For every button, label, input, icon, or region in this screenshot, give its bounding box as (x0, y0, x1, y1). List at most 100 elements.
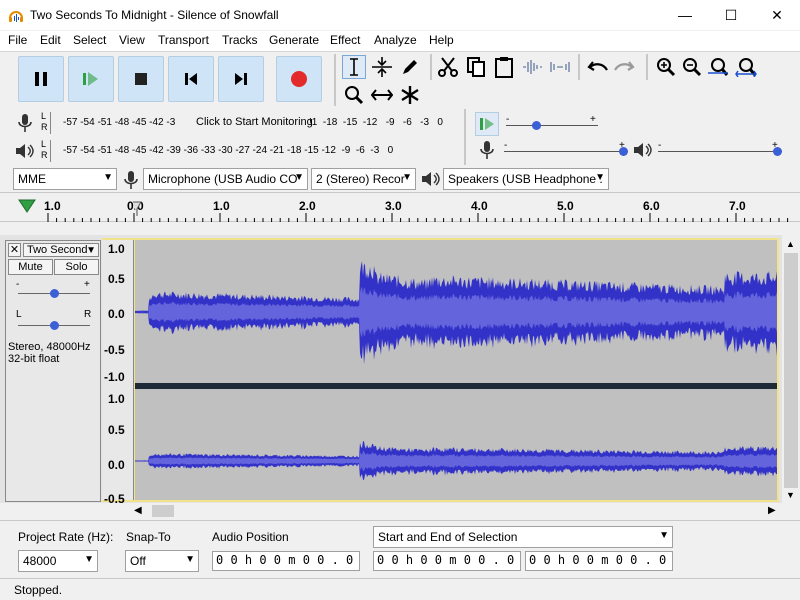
horizontal-scrollbar[interactable]: ◀ ▶ (102, 503, 782, 519)
record-channel-r: R (41, 122, 48, 132)
recording-channels-select[interactable]: 2 (Stereo) Recor ▼ (311, 168, 416, 190)
scale-label: 0.0 (108, 458, 125, 472)
separator (430, 54, 432, 80)
menu-select[interactable]: Select (73, 33, 106, 47)
undo-icon (587, 61, 608, 71)
copy-button[interactable] (464, 55, 488, 79)
pan-slider[interactable]: L R (16, 309, 92, 330)
fit-selection-button[interactable] (706, 55, 730, 79)
gain-plus: + (84, 279, 90, 290)
start-monitoring-hint[interactable]: Click to Start Monitoring (196, 116, 313, 128)
chevron-down-icon: ▼ (185, 554, 195, 565)
menu-transport[interactable]: Transport (158, 33, 209, 47)
scroll-left-icon[interactable]: ◀ (134, 505, 142, 516)
ruler-label: 3.0 (385, 199, 402, 213)
solo-button[interactable]: Solo (54, 259, 99, 275)
recording-device-select[interactable]: Microphone (USB Audio CO ▼ (143, 168, 308, 190)
selection-end-field[interactable]: 0 0 h 0 0 m 0 0 . 0 0 0 s (525, 551, 673, 571)
pause-button[interactable] (18, 56, 64, 102)
menu-generate[interactable]: Generate (269, 33, 319, 47)
maximize-button[interactable]: ☐ (708, 0, 754, 30)
scroll-up-icon[interactable]: ▲ (786, 239, 795, 249)
gain-thumb[interactable] (50, 289, 59, 298)
rec-vol-thumb[interactable] (619, 147, 628, 156)
timeline-ruler[interactable]: 1.0 0.0 1.0 2.0 3.0 4.0 5.0 6.0 7.0 (0, 192, 800, 222)
ruler-label: 6.0 (643, 199, 660, 213)
snap-to-select[interactable]: Off ▼ (125, 550, 199, 572)
selection-start-field[interactable]: 0 0 h 0 0 m 0 0 . 0 0 0 s (373, 551, 521, 571)
toolbar-area: L R -57 -54 -51 -48 -45 -42 -3 Click to … (0, 51, 800, 191)
skip-to-end-button[interactable] (218, 56, 264, 102)
mute-button[interactable]: Mute (8, 259, 53, 275)
stop-button[interactable] (118, 56, 164, 102)
playback-speed-slider[interactable]: - + (506, 114, 598, 132)
zoom-in-button[interactable] (654, 55, 678, 79)
playback-meter[interactable]: -57 -54 -51 -48 -45 -42 -39 -36 -33 -30 … (50, 140, 450, 162)
close-button[interactable]: ✕ (754, 0, 800, 30)
play-at-speed-button[interactable] (475, 112, 499, 136)
scale-label: 0.0 (108, 307, 125, 321)
minimize-button[interactable]: — (662, 0, 708, 30)
audio-host-select[interactable]: MME ▼ (13, 168, 117, 190)
play-vol-thumb[interactable] (773, 147, 782, 156)
playback-volume-slider[interactable]: - + (658, 140, 782, 158)
redo-button[interactable] (612, 55, 636, 79)
pinned-play-head-icon[interactable] (18, 198, 36, 214)
time-shift-tool[interactable] (370, 83, 394, 107)
trim-button[interactable] (520, 55, 544, 79)
menu-help[interactable]: Help (429, 33, 454, 47)
record-button[interactable] (276, 56, 322, 102)
paste-button[interactable] (492, 55, 516, 79)
undo-button[interactable] (586, 55, 610, 79)
microphone-icon (124, 171, 138, 189)
scroll-right-icon[interactable]: ▶ (768, 505, 776, 516)
menu-view[interactable]: View (119, 33, 145, 47)
playback-channel-l: L (41, 139, 47, 149)
skip-start-icon (185, 73, 197, 85)
audio-position-field[interactable]: 0 0 h 0 0 m 0 0 . 0 0 0 s (212, 551, 360, 571)
menu-effect[interactable]: Effect (330, 33, 360, 47)
horizontal-scroll-thumb[interactable] (152, 505, 174, 517)
selection-tool[interactable] (342, 55, 366, 79)
record-meter[interactable]: -57 -54 -51 -48 -45 -42 -3 Click to Star… (50, 112, 450, 134)
ruler-label: 1.0 (213, 199, 230, 213)
vertical-scale[interactable]: 1.0 0.5 0.0 -0.5 -1.0 1.0 0.5 0.0 -0.5 (102, 240, 134, 506)
speed-thumb[interactable] (532, 121, 541, 130)
recording-volume-slider[interactable]: - + (504, 140, 628, 158)
multi-tool[interactable] (398, 83, 422, 107)
zoom-tool[interactable] (342, 83, 366, 107)
play-button[interactable] (68, 56, 114, 102)
fit-project-button[interactable] (734, 55, 758, 79)
status-text: Stopped. (14, 583, 63, 597)
speed-minus: - (506, 114, 510, 125)
project-rate-select[interactable]: 48000 ▼ (18, 550, 98, 572)
pan-thumb[interactable] (50, 321, 59, 330)
gain-slider[interactable]: - + (16, 279, 92, 298)
cut-button[interactable] (436, 55, 460, 79)
selection-mode-select[interactable]: Start and End of Selection ▼ (373, 526, 673, 548)
menu-analyze[interactable]: Analyze (374, 33, 417, 47)
snap-to-label: Snap-To (126, 530, 171, 544)
playback-device-select[interactable]: Speakers (USB Headphone . ▼ (443, 168, 609, 190)
scroll-down-icon[interactable]: ▼ (786, 490, 795, 500)
waveform-view[interactable] (135, 240, 777, 500)
close-track-button[interactable]: ✕ (8, 243, 21, 257)
vertical-scroll-thumb[interactable] (784, 253, 798, 488)
skip-to-start-button[interactable] (168, 56, 214, 102)
ruler-label: 4.0 (471, 199, 488, 213)
zoom-out-button[interactable] (680, 55, 704, 79)
track-name-menu[interactable]: Two Second ▼ (23, 243, 99, 257)
chevron-down-icon: ▼ (86, 245, 96, 256)
snap-to-value: Off (130, 554, 146, 568)
silence-button[interactable] (548, 55, 572, 79)
menu-tracks[interactable]: Tracks (222, 33, 258, 47)
clipboard-icon (495, 57, 513, 78)
envelope-tool[interactable] (370, 55, 394, 79)
silence-audio-icon (550, 62, 570, 72)
double-arrow-icon (371, 89, 393, 101)
menu-edit[interactable]: Edit (40, 33, 61, 47)
vertical-scrollbar[interactable]: ▲ ▼ (782, 235, 800, 503)
draw-tool[interactable] (398, 55, 422, 79)
channel-divider (135, 383, 777, 389)
menu-file[interactable]: File (8, 33, 27, 47)
